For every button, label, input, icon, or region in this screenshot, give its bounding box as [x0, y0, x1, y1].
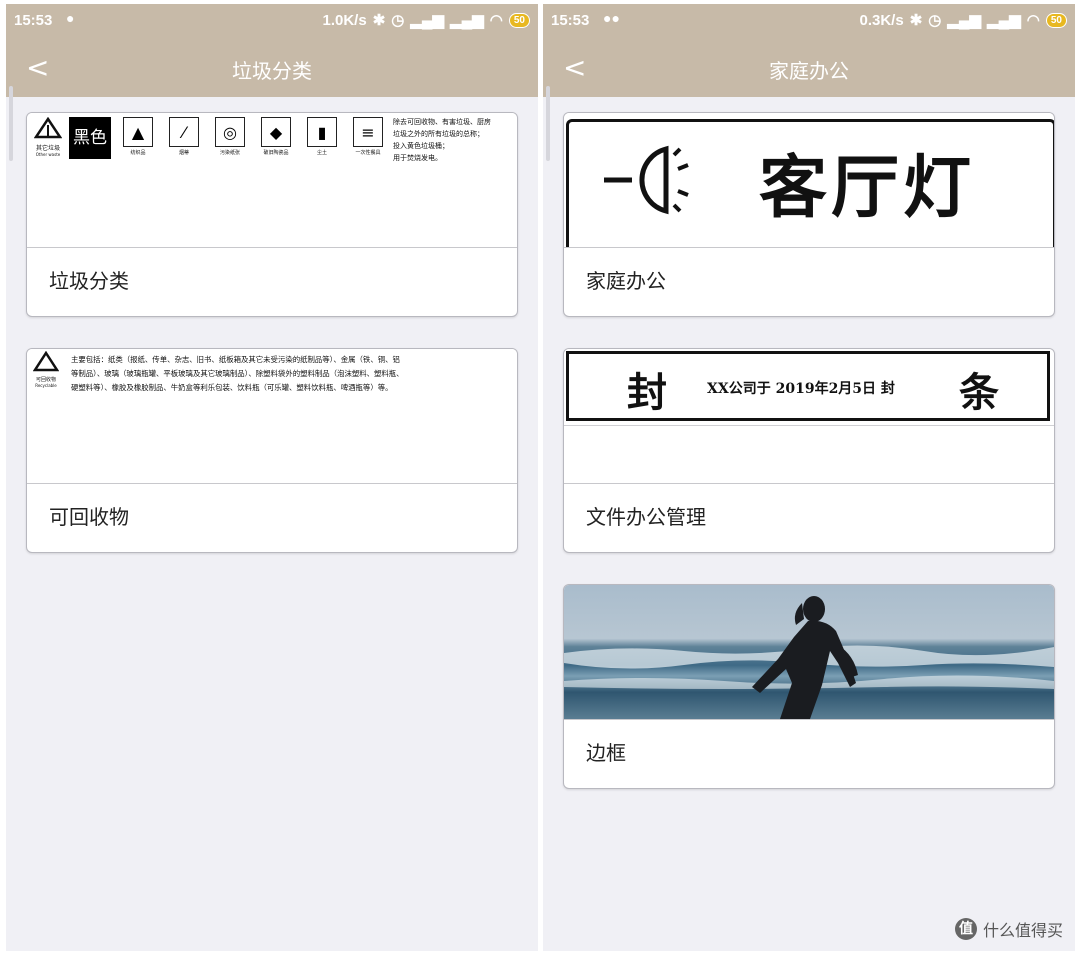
card-image: 封 XX公司于 2019年2月5日 封 条	[564, 349, 1054, 484]
card-label: 文件办公管理	[586, 505, 706, 529]
watermark-logo-icon: 值	[954, 918, 977, 940]
battery-icon: 50	[1045, 12, 1067, 28]
nav-bar: < 垃圾分类	[6, 39, 538, 97]
lamp-icon	[604, 145, 689, 215]
category-card-document-office[interactable]: 封 XX公司于 2019年2月5日 封 条 文件办公管理	[563, 348, 1055, 553]
beach-runner-image	[564, 585, 1054, 720]
status-bar: 15:53 ● 1.0K/s ✱ ◷ ▂▄▆ ▂▄▆ ◠ 50	[6, 4, 538, 39]
scrollbar[interactable]	[9, 86, 13, 161]
ceramic-icon: ◆	[261, 117, 291, 147]
dust-icon: ▮	[307, 117, 337, 147]
signal-icon: ▂▄▆	[947, 12, 982, 29]
bluetooth-icon: ✱	[372, 12, 386, 29]
card-label: 家庭办公	[586, 269, 666, 293]
color-badge: 黑色	[69, 117, 111, 159]
textile-icon: ▲	[123, 117, 153, 147]
signal-2-icon: ▂▄▆	[987, 12, 1021, 29]
status-time: 15:53	[14, 12, 53, 29]
seal-text: XX公司于 2019年2月5日 封	[707, 381, 895, 397]
wifi-icon: ◠	[489, 12, 503, 29]
category-card-home-office[interactable]: 客厅灯 家庭办公	[563, 112, 1055, 317]
category-card-border[interactable]: 边框	[563, 584, 1055, 789]
network-speed: 1.0K/s	[322, 11, 367, 29]
battery-icon: 50	[508, 12, 530, 28]
signal-icon: ▂▄▆	[410, 12, 445, 29]
card-label: 可回收物	[49, 505, 129, 529]
seal-right-char: 条	[959, 369, 999, 416]
watermark-text: 什么值得买	[982, 921, 1063, 940]
right-screen: 15:53 ●● 0.3K/s ✱ ◷ ▂▄▆ ▂▄▆ ◠ 50 < 家庭办公	[543, 4, 1075, 951]
label-big-text: 客厅灯	[759, 149, 976, 228]
card-image: 可回收物 Recyclable 主要包括：纸类（报纸、传单、杂志、旧书、纸板箱及…	[27, 349, 517, 484]
bluetooth-icon: ✱	[909, 12, 923, 29]
page-title: 家庭办公	[769, 59, 849, 83]
watermark: 值 什么值得买	[954, 917, 1063, 941]
network-speed: 0.3K/s	[859, 11, 904, 29]
card-label: 垃圾分类	[49, 269, 129, 293]
garbage-description: 除去可回收物、有害垃圾、厨房 垃圾之外的所有垃圾的总称； 投入黄色垃圾桶； 用于…	[393, 118, 491, 162]
card-label: 边框	[586, 741, 626, 765]
nav-bar: < 家庭办公	[543, 39, 1075, 97]
category-card-garbage[interactable]: 其它垃圾 Other waste 黑色 ▲ 纺织品 ⁄ 烟蒂 ◎ 污染纸张 ◆ …	[26, 112, 518, 317]
alarm-icon: ◷	[391, 12, 405, 29]
status-bar: 15:53 ●● 0.3K/s ✱ ◷ ▂▄▆ ▂▄▆ ◠ 50	[543, 4, 1075, 39]
card-image: 其它垃圾 Other waste 黑色 ▲ 纺织品 ⁄ 烟蒂 ◎ 污染纸张 ◆ …	[27, 113, 517, 248]
recycle-icon: 可回收物 Recyclable	[29, 350, 63, 388]
page-title: 垃圾分类	[232, 59, 312, 83]
signal-2-icon: ▂▄▆	[450, 12, 484, 29]
left-screen: 15:53 ● 1.0K/s ✱ ◷ ▂▄▆ ▂▄▆ ◠ 50 < 垃圾分类 其…	[6, 4, 538, 951]
status-time: 15:53	[551, 12, 590, 29]
scrollbar[interactable]	[546, 86, 550, 161]
tableware-icon: ≡	[353, 117, 383, 147]
seal-left-char: 封	[627, 369, 667, 416]
cigarette-icon: ⁄	[169, 117, 199, 147]
category-card-recyclable[interactable]: 可回收物 Recyclable 主要包括：纸类（报纸、传单、杂志、旧书、纸板箱及…	[26, 348, 518, 553]
wechat-icon: ●●	[603, 10, 620, 26]
paper-icon: ◎	[215, 117, 245, 147]
other-waste-icon: 其它垃圾 Other waste	[31, 116, 65, 157]
wifi-icon: ◠	[1026, 12, 1040, 29]
wechat-icon: ●	[66, 10, 75, 26]
card-image: 客厅灯	[564, 113, 1054, 248]
alarm-icon: ◷	[928, 12, 942, 29]
recyclable-description: 主要包括：纸类（报纸、传单、杂志、旧书、纸板箱及其它未受污染的纸制品等）、金属（…	[71, 355, 404, 392]
seal-strip: 封 XX公司于 2019年2月5日 封 条	[566, 351, 1050, 421]
